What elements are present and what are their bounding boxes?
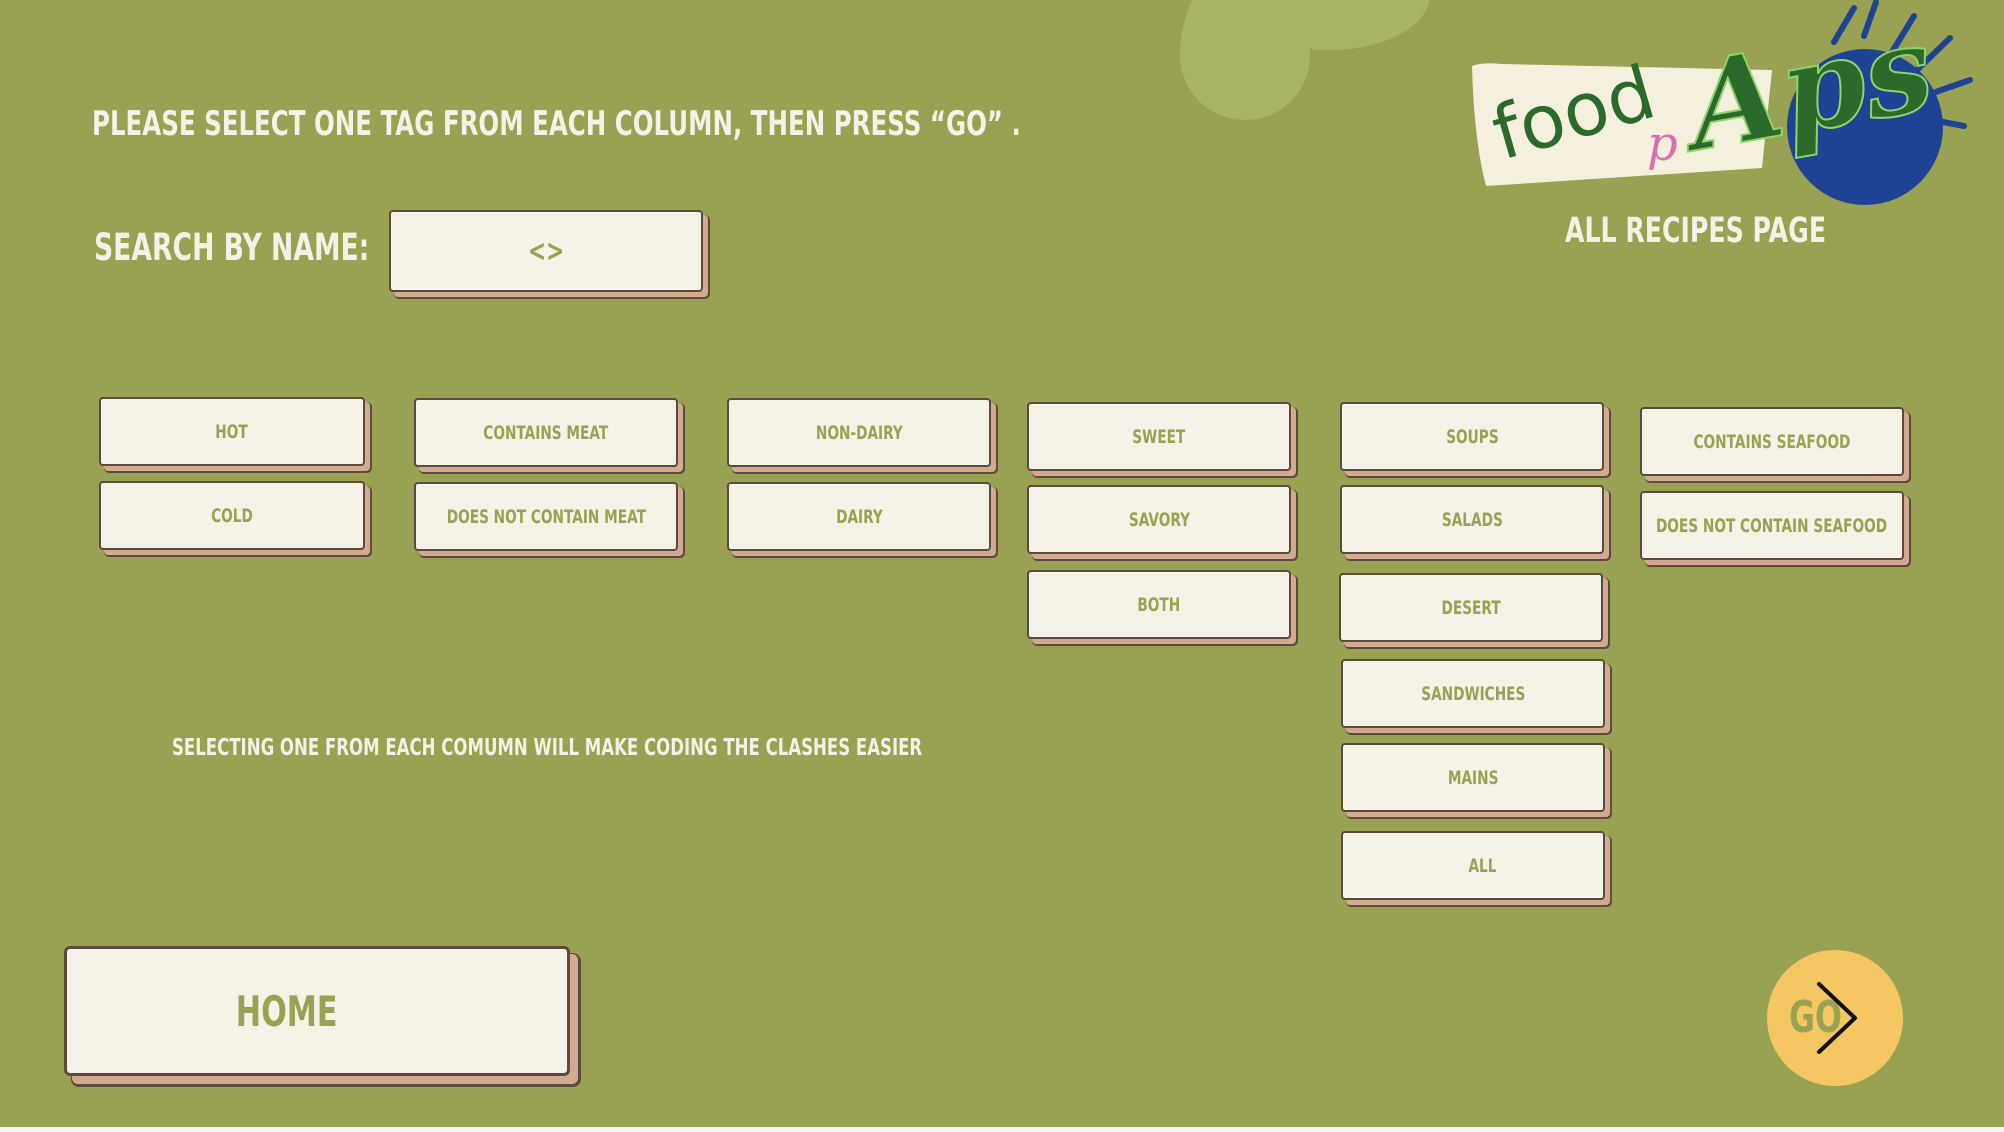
tag-label: CONTAINS SEAFOOD (1693, 430, 1851, 453)
logo-p-text: p (1647, 116, 1678, 172)
tag-non-dairy[interactable]: NON-DAIRY (727, 398, 991, 467)
app-screen: PLEASE SELECT ONE TAG FROM EACH COLUMN, … (0, 0, 2004, 1127)
tag-salads[interactable]: SALADS (1340, 485, 1604, 554)
tag-label: MAINS (1447, 766, 1499, 789)
tag-contains-seafood[interactable]: CONTAINS SEAFOOD (1640, 407, 1904, 476)
tag-label: SANDWICHES (1420, 682, 1526, 705)
tag-label: NON-DAIRY (815, 421, 903, 444)
go-button[interactable]: GO (1767, 950, 1903, 1086)
tag-cold[interactable]: COLD (99, 481, 365, 550)
tag-desert[interactable]: DESERT (1339, 573, 1603, 642)
tag-label: SWEET (1132, 425, 1186, 448)
tag-both[interactable]: BOTH (1027, 570, 1291, 639)
tag-label: CONTAINS MEAT (483, 421, 609, 444)
search-input[interactable]: <> (389, 210, 703, 292)
food-apps-logo: food p Aps (1472, 0, 1973, 205)
tag-label: SALADS (1441, 508, 1503, 531)
tag-label: COLD (211, 504, 253, 527)
tag-contains-meat[interactable]: CONTAINS MEAT (414, 398, 678, 467)
tag-label: HOT (215, 420, 249, 443)
tag-dairy[interactable]: DAIRY (727, 482, 991, 551)
page-title: ALL RECIPES PAGE (1565, 211, 1827, 251)
tag-label: DOES NOT CONTAIN SEAFOOD (1656, 514, 1888, 537)
instruction-text: PLEASE SELECT ONE TAG FROM EACH COLUMN, … (92, 104, 1021, 144)
tag-savory[interactable]: SAVORY (1027, 485, 1291, 554)
tag-does-not-contain-meat[interactable]: DOES NOT CONTAIN MEAT (414, 482, 678, 551)
tag-label: DOES NOT CONTAIN MEAT (446, 505, 646, 528)
helper-note: SELECTING ONE FROM EACH COMUMN WILL MAKE… (172, 735, 923, 761)
home-button-label: HOME (236, 986, 338, 1036)
tag-label: DESERT (1441, 596, 1501, 619)
tag-label: BOTH (1137, 593, 1181, 616)
tag-all[interactable]: ALL (1341, 831, 1605, 900)
tag-soups[interactable]: SOUPS (1340, 402, 1604, 471)
tag-mains[interactable]: MAINS (1341, 743, 1605, 812)
tag-label: SAVORY (1128, 508, 1190, 531)
tag-label: ALL (1467, 854, 1497, 877)
search-label: SEARCH BY NAME: (94, 226, 370, 269)
search-input-value: <> (527, 233, 565, 269)
tag-sandwiches[interactable]: SANDWICHES (1341, 659, 1605, 728)
chevron-right-icon (1817, 982, 1857, 1054)
tag-sweet[interactable]: SWEET (1027, 402, 1291, 471)
tag-hot[interactable]: HOT (99, 397, 365, 466)
tag-label: SOUPS (1445, 425, 1499, 448)
home-button[interactable]: HOME (64, 946, 570, 1076)
tag-does-not-contain-seafood[interactable]: DOES NOT CONTAIN SEAFOOD (1640, 491, 1904, 560)
tag-label: DAIRY (835, 505, 883, 528)
